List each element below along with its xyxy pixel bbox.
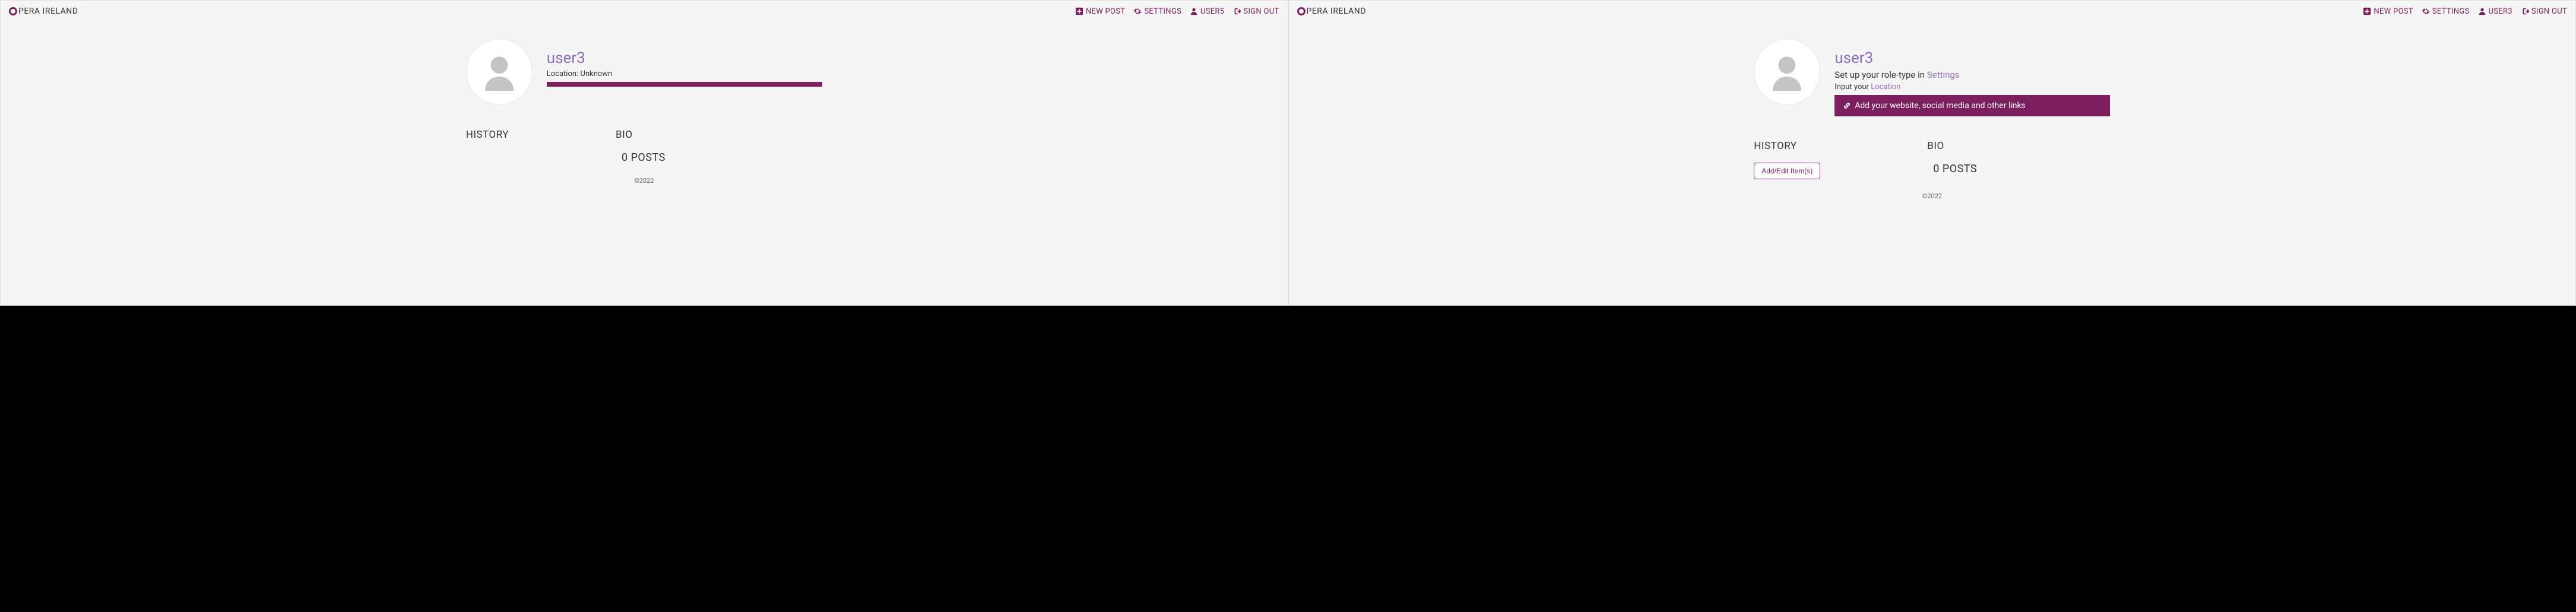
sign-out-icon bbox=[1232, 7, 1241, 15]
profile-username: user3 bbox=[547, 49, 822, 67]
nav-right: NEW POST SETTINGS USER5 SIGN OUT bbox=[1075, 7, 1279, 16]
panel-left: PERA IRELAND NEW POST SETTINGS USER5 SIG… bbox=[0, 0, 1288, 306]
sign-out-icon bbox=[2521, 7, 2529, 15]
plus-square-icon bbox=[1075, 7, 1083, 15]
link-icon bbox=[1843, 102, 1851, 110]
add-edit-items-button[interactable]: Add/Edit Item(s) bbox=[1754, 163, 1820, 179]
sign-out-link[interactable]: SIGN OUT bbox=[1232, 7, 1279, 16]
role-setup-line: Set up your role-type in Settings bbox=[1834, 69, 2110, 80]
footer: ©2022 bbox=[1754, 179, 2110, 213]
settings-label: SETTINGS bbox=[2432, 7, 2470, 16]
profile-content: user3 Set up your role-type in Settings … bbox=[1730, 22, 2134, 213]
new-post-label: NEW POST bbox=[2374, 7, 2413, 16]
avatar bbox=[466, 39, 533, 105]
sign-out-label: SIGN OUT bbox=[2531, 7, 2567, 16]
role-prefix: Set up your role-type in bbox=[1834, 69, 1927, 80]
location-prefix: Input your bbox=[1834, 83, 1871, 91]
logo-circle-icon bbox=[1297, 7, 1306, 15]
gear-icon bbox=[1133, 7, 1142, 15]
new-post-link[interactable]: NEW POST bbox=[1075, 7, 1125, 16]
settings-link[interactable]: SETTINGS bbox=[1133, 7, 1181, 16]
accent-bar bbox=[547, 82, 822, 87]
settings-link[interactable]: SETTINGS bbox=[2422, 7, 2470, 16]
avatar-placeholder-icon bbox=[476, 48, 523, 96]
profile-info: user3 Location: Unknown bbox=[547, 39, 822, 87]
footer: ©2022 bbox=[466, 164, 822, 198]
brand-logo[interactable]: PERA IRELAND bbox=[1297, 7, 1366, 16]
plus-square-icon bbox=[2363, 7, 2371, 15]
new-post-label: NEW POST bbox=[1086, 7, 1125, 16]
bio-title: BIO bbox=[1927, 140, 1977, 152]
location-input-line: Input your Location bbox=[1834, 83, 2110, 91]
bio-section: BIO 0 POSTS bbox=[1927, 140, 1977, 179]
history-section: HISTORY bbox=[466, 129, 509, 164]
avatar-placeholder-icon bbox=[1763, 48, 1811, 96]
user-link[interactable]: USER5 bbox=[1190, 7, 1224, 16]
posts-count: 0 POSTS bbox=[1933, 163, 1977, 175]
bio-title: BIO bbox=[616, 129, 666, 141]
add-links-bar[interactable]: Add your website, social media and other… bbox=[1834, 95, 2110, 116]
history-title: HISTORY bbox=[466, 129, 509, 141]
nav-right: NEW POST SETTINGS USER3 SIGN OUT bbox=[2363, 7, 2567, 16]
brand-logo[interactable]: PERA IRELAND bbox=[9, 7, 78, 16]
profile-sections: HISTORY BIO 0 POSTS bbox=[466, 117, 822, 164]
profile-header: user3 Location: Unknown bbox=[466, 34, 822, 117]
posts-count: 0 POSTS bbox=[622, 151, 666, 164]
add-links-label: Add your website, social media and other… bbox=[1855, 101, 2026, 110]
user-label: USER5 bbox=[1200, 7, 1224, 16]
profile-location: Location: Unknown bbox=[547, 69, 822, 78]
profile-username: user3 bbox=[1834, 49, 2110, 67]
profile-content: user3 Location: Unknown HISTORY BIO 0 PO… bbox=[442, 22, 846, 198]
profile-header: user3 Set up your role-type in Settings … bbox=[1754, 34, 2110, 128]
sign-out-link[interactable]: SIGN OUT bbox=[2521, 7, 2567, 16]
settings-label: SETTINGS bbox=[1144, 7, 1181, 16]
brand-text: PERA IRELAND bbox=[18, 7, 78, 16]
user-icon bbox=[2478, 7, 2486, 15]
bio-section: BIO 0 POSTS bbox=[616, 129, 666, 164]
history-section: HISTORY Add/Edit Item(s) bbox=[1754, 140, 1820, 179]
avatar bbox=[1754, 39, 1820, 105]
profile-info: user3 Set up your role-type in Settings … bbox=[1834, 39, 2110, 116]
navbar: PERA IRELAND NEW POST SETTINGS USER5 SIG… bbox=[1, 1, 1288, 22]
brand-text: PERA IRELAND bbox=[1307, 7, 1366, 16]
gear-icon bbox=[2422, 7, 2430, 15]
profile-sections: HISTORY Add/Edit Item(s) BIO 0 POSTS bbox=[1754, 128, 2110, 179]
role-settings-link[interactable]: Settings bbox=[1927, 69, 1960, 80]
history-title: HISTORY bbox=[1754, 140, 1820, 152]
user-link[interactable]: USER3 bbox=[2478, 7, 2512, 16]
user-label: USER3 bbox=[2489, 7, 2512, 16]
navbar: PERA IRELAND NEW POST SETTINGS USER3 SIG… bbox=[1289, 1, 2576, 22]
logo-circle-icon bbox=[9, 7, 17, 15]
user-icon bbox=[1190, 7, 1198, 15]
sign-out-label: SIGN OUT bbox=[1243, 7, 1279, 16]
location-link[interactable]: Location bbox=[1871, 83, 1900, 91]
new-post-link[interactable]: NEW POST bbox=[2363, 7, 2413, 16]
panel-right: PERA IRELAND NEW POST SETTINGS USER3 SIG… bbox=[1288, 0, 2576, 306]
